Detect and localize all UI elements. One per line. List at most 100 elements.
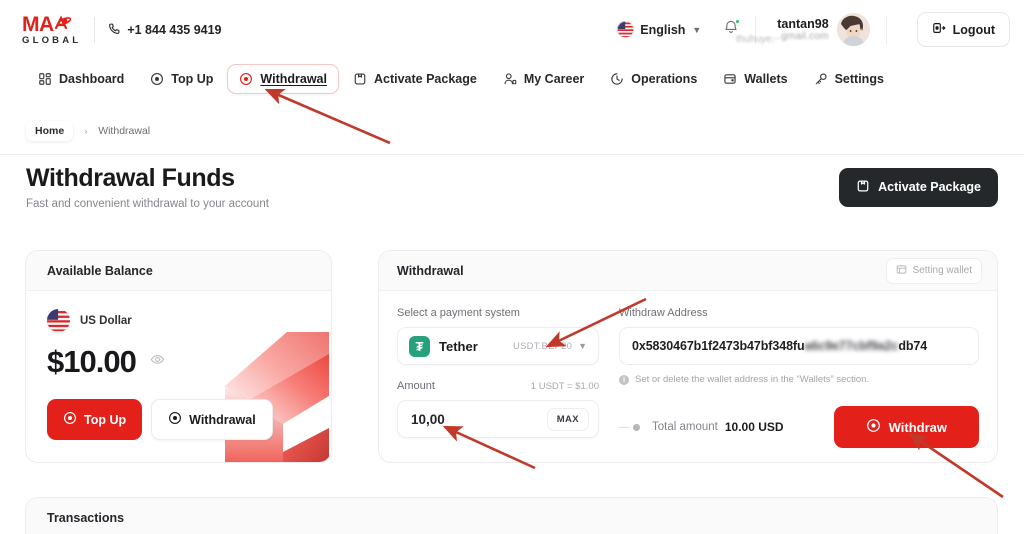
logo-text-main: MA (22, 12, 54, 36)
amount-input[interactable]: 10,00 (411, 412, 445, 427)
available-balance-header: Available Balance (26, 251, 331, 291)
key-icon (814, 72, 828, 86)
nav-item-activate-package[interactable]: Activate Package (341, 64, 489, 94)
withdraw-address-start: 0x5830467b1f2473b47bf348fu (632, 339, 805, 353)
withdraw-submit-button[interactable]: Withdraw (833, 406, 979, 448)
notification-badge-dot (735, 19, 741, 24)
amount-rate: 1 USDT = $1.00 (530, 381, 599, 392)
balance-amount-row: $10.00 (47, 344, 310, 380)
total-amount-value: 10.00 USD (724, 420, 784, 434)
package-icon (353, 72, 367, 86)
wallet-icon (723, 72, 737, 86)
chevron-down-icon: ▼ (692, 24, 702, 35)
withdrawal-card-body: Select a payment system ₮ Tether USDT.BE… (379, 291, 997, 448)
avatar[interactable] (836, 13, 870, 46)
us-flag-icon (617, 21, 635, 38)
target-icon (63, 411, 77, 428)
withdrawal-card: Withdrawal Setting wallet Select a payme… (378, 250, 998, 463)
amount-label: Amount (397, 380, 435, 392)
withdraw-submit-label: Withdraw (888, 419, 947, 435)
nav-item-dashboard[interactable]: Dashboard (26, 64, 136, 94)
language-selector[interactable]: English ▼ (617, 21, 701, 38)
setting-wallet-button[interactable]: Setting wallet (885, 257, 982, 284)
payment-system-name: Tether (439, 338, 478, 354)
nav-label: Settings (834, 72, 884, 86)
logo-planet-icon (53, 15, 71, 33)
withdraw-address-end: db74 (898, 339, 928, 353)
withdrawal-card-title: Withdrawal (397, 263, 464, 278)
withdrawal-page: MA GLOBAL +1 844 435 9419 English ▼ tant… (0, 0, 1024, 534)
available-balance-card: Available Balance US Dollar $10.00 Top U… (25, 250, 332, 463)
nav-item-top-up[interactable]: Top Up (138, 64, 225, 94)
user-email-prefix: thuhuye. (736, 34, 775, 45)
phone-icon (108, 22, 121, 38)
amount-label-row: Amount 1 USDT = $1.00 (397, 380, 599, 392)
breadcrumb-separator: › (84, 125, 88, 136)
breadcrumb: Home › Withdrawal (0, 107, 1024, 155)
target-icon (150, 72, 164, 86)
withdraw-address-note: i Set or delete the wallet address in th… (619, 374, 979, 385)
nav-item-my-career[interactable]: My Career (491, 64, 596, 94)
withdraw-address-note-text: Set or delete the wallet address in the … (635, 374, 870, 385)
page-title: Withdrawal Funds (26, 164, 235, 192)
setting-wallet-label: Setting wallet (912, 265, 972, 276)
top-bar-right: English ▼ tantan98 ...gmail.com Logout (617, 12, 1010, 47)
phone-number: +1 844 435 9419 (127, 22, 222, 37)
total-amount-label: Total amount (652, 421, 718, 433)
nav-label: Top Up (171, 72, 214, 86)
transactions-header: Transactions (26, 498, 997, 534)
payment-system-select[interactable]: ₮ Tether USDT.BEP20 ▼ (397, 327, 599, 365)
nav-item-settings[interactable]: Settings (802, 64, 896, 94)
support-phone[interactable]: +1 844 435 9419 (108, 22, 222, 38)
nav-item-wallets[interactable]: Wallets (711, 64, 799, 94)
max-button[interactable]: MAX (546, 407, 589, 431)
activate-package-label: Activate Package (878, 180, 981, 194)
user-identity: tantan98 ...gmail.com (772, 17, 828, 43)
us-flag-icon (47, 309, 70, 332)
available-balance-body: US Dollar $10.00 Top Up Withdrawal (26, 291, 331, 462)
package-icon (856, 179, 870, 196)
logout-button[interactable]: Logout (916, 12, 1010, 47)
breadcrumb-home[interactable]: Home (26, 120, 74, 141)
target-icon (866, 418, 881, 436)
top-up-label: Top Up (84, 412, 127, 427)
nav-label: Operations (631, 72, 698, 86)
total-amount-row: Total amount 10.00 USD Withdraw (619, 406, 979, 448)
logo-divider (94, 16, 96, 43)
tether-icon: ₮ (409, 335, 430, 357)
clock-icon (610, 72, 624, 86)
wallet-settings-icon (896, 264, 907, 278)
logout-icon (932, 21, 946, 38)
target-icon (168, 411, 182, 428)
eye-icon[interactable] (150, 352, 165, 372)
person-icon (503, 72, 517, 86)
withdraw-address-label: Withdraw Address (619, 307, 708, 319)
withdraw-address-blurred: a6c9e77cbf9a2c (804, 339, 899, 353)
withdrawal-left-column: Select a payment system ₮ Tether USDT.BE… (397, 307, 599, 448)
page-subtitle: Fast and convenient withdrawal to your a… (26, 198, 269, 210)
page-header-text: Withdrawal Funds Fast and convenient wit… (26, 164, 269, 210)
withdraw-address-field[interactable]: 0x5830467b1f2473b47bf348fu a6c9e77cbf9a2… (619, 327, 979, 365)
total-connector-line (619, 426, 629, 428)
amount-input-wrapper[interactable]: 10,00 MAX (397, 400, 599, 438)
nav-label: Activate Package (373, 72, 477, 86)
top-up-button[interactable]: Top Up (47, 399, 143, 440)
withdrawal-card-header: Withdrawal Setting wallet (379, 251, 997, 291)
activate-package-button[interactable]: Activate Package (839, 167, 998, 207)
brand-logo[interactable]: MA GLOBAL (22, 14, 81, 46)
tether-symbol: ₮ (415, 338, 424, 354)
logout-divider (885, 15, 887, 44)
logout-label: Logout (952, 22, 995, 37)
payment-network-label: USDT.BEP20 (513, 340, 573, 352)
balance-currency: US Dollar (47, 309, 310, 332)
chevron-down-icon: ▼ (578, 341, 587, 351)
language-label: English (640, 22, 686, 37)
breadcrumb-current: Withdrawal (98, 124, 151, 137)
nav-item-withdrawal[interactable]: Withdrawal (227, 64, 339, 94)
user-email: ...gmail.com (772, 30, 829, 42)
user-profile[interactable]: tantan98 ...gmail.com (772, 13, 870, 46)
nav-label: My Career (523, 72, 585, 86)
withdrawal-button[interactable]: Withdrawal (151, 399, 273, 440)
nav-label: Withdrawal (260, 72, 327, 86)
nav-item-operations[interactable]: Operations (598, 64, 709, 94)
